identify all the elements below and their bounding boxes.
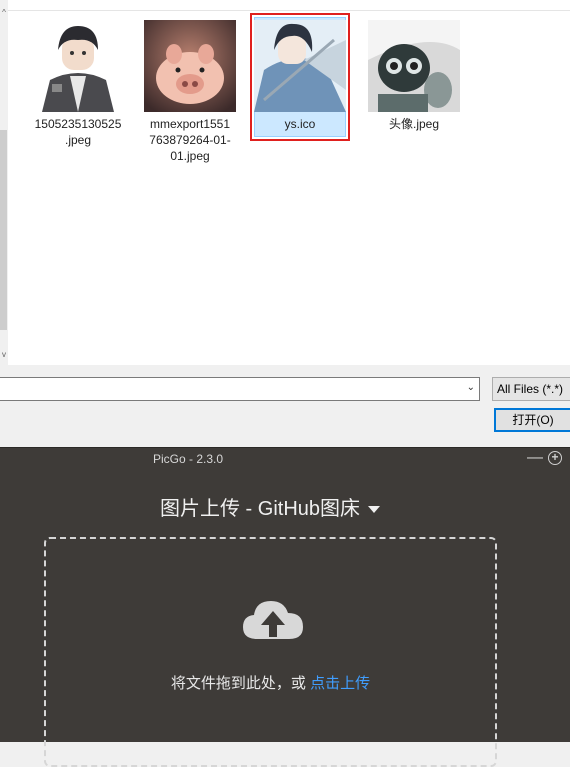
maximize-plus-icon[interactable]: + [548, 451, 562, 465]
file-name-line: 1505235130525 [34, 117, 122, 131]
window-title: PicGo - 2.3.0 [152, 452, 224, 466]
cloud-upload-icon [243, 601, 303, 639]
file-name-line: 01.jpeg [170, 149, 210, 163]
file-name-line: mmexport1551 [149, 117, 231, 131]
open-button[interactable]: 打开(O) [494, 408, 570, 432]
file-name: 头像.jpeg [364, 116, 464, 132]
page-title[interactable]: 图片上传 - GitHub图床 [160, 498, 360, 520]
file-name: mmexport1551 763879264-01- 01.jpeg [140, 116, 240, 164]
file-item[interactable]: 头像.jpeg [364, 20, 464, 140]
scroll-down-arrow-icon[interactable]: v [0, 350, 8, 360]
file-name: 1505235130525 .jpeg [28, 116, 128, 148]
vertical-scrollbar[interactable]: ^ v [0, 0, 8, 365]
file-item[interactable]: mmexport1551 763879264-01- 01.jpeg [140, 20, 240, 170]
upload-drop-zone[interactable]: 将文件拖到此处，或 点击上传 [44, 537, 497, 767]
file-name-line: 763879264-01- [149, 133, 231, 147]
page-header[interactable]: 图片上传 - GitHub图床 [0, 492, 540, 521]
picgo-window: PicGo - 2.3.0 — + 图片上传 - GitHub图床 将文件拖到此… [0, 447, 570, 767]
file-item[interactable]: 1505235130525 .jpeg [28, 20, 128, 170]
file-list-pane: ^ v 1505235130525 .jpeg mmexport1551 763… [0, 0, 570, 365]
address-bar-edge [0, 0, 570, 11]
file-name-line: 头像.jpeg [388, 117, 440, 131]
drop-instructions: 将文件拖到此处，或 点击上传 [46, 672, 495, 693]
pig-plush-image [144, 20, 236, 112]
minimize-icon[interactable]: — [527, 450, 543, 466]
chevron-down-icon[interactable]: ⌄ [467, 382, 475, 393]
arale-figure-image [368, 20, 460, 112]
scroll-thumb[interactable] [0, 130, 7, 330]
file-name-line: .jpeg [64, 133, 92, 147]
caret-down-icon[interactable] [368, 506, 381, 514]
file-type-filter[interactable]: All Files (*.*) [492, 377, 570, 401]
selection-annotation-frame [250, 13, 350, 141]
file-open-dialog: ^ v 1505235130525 .jpeg mmexport1551 763… [0, 0, 570, 445]
file-name-combobox[interactable]: ⌄ [0, 377, 480, 401]
click-upload-link[interactable]: 点击上传 [310, 675, 370, 692]
drop-hint-text: 将文件拖到此处，或 [170, 675, 311, 692]
anime-boy-hoodie-image [32, 20, 124, 112]
scroll-up-arrow-icon[interactable]: ^ [0, 8, 8, 18]
